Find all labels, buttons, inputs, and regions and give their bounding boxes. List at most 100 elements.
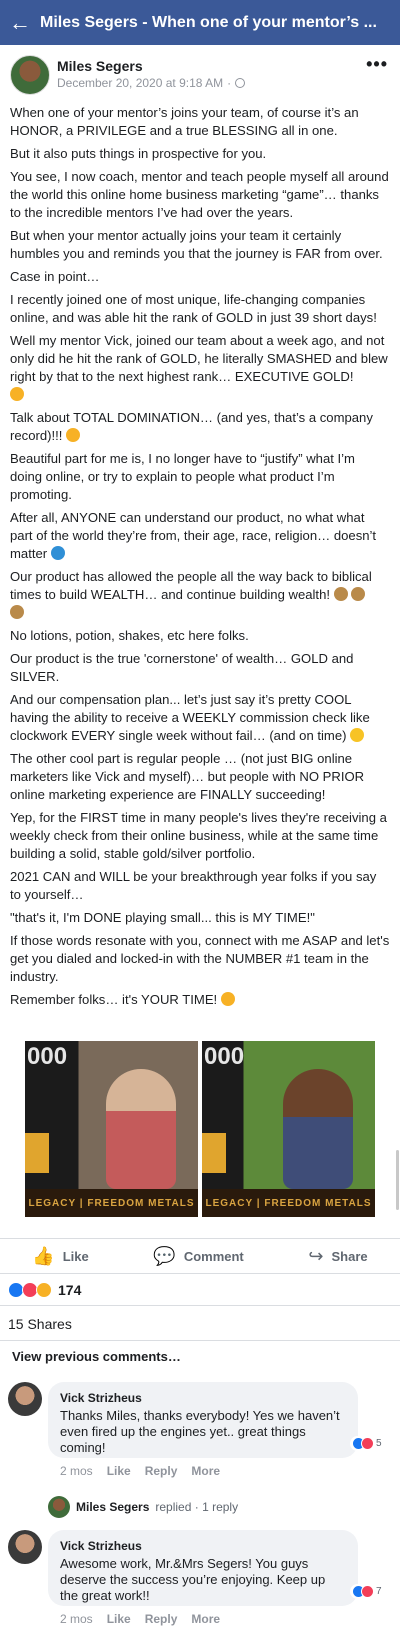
scrollbar[interactable] bbox=[396, 1150, 399, 1210]
astonished-emoji-icon bbox=[10, 387, 24, 401]
divider bbox=[0, 1340, 400, 1341]
post-text: When one of your mentor’s joins your tea… bbox=[10, 104, 390, 1014]
post-photo[interactable]: 000 LEGACY | FREEDOM METALS bbox=[25, 1041, 198, 1217]
reply-summary[interactable]: Miles Segers replied · 1 reply bbox=[48, 1496, 238, 1518]
gold-graphic bbox=[25, 1133, 49, 1173]
post-paragraph: The other cool part is regular people … … bbox=[10, 751, 365, 802]
share-label: Share bbox=[331, 1248, 368, 1264]
comment-actions: 2 mos Like Reply More bbox=[60, 1464, 220, 1478]
post-photo[interactable]: 000 LEGACY | FREEDOM METALS bbox=[202, 1041, 375, 1217]
photo-amount-text: 000 bbox=[27, 1043, 68, 1070]
post-paragraph: 2021 CAN and WILL be your breakthrough y… bbox=[10, 869, 377, 902]
comment-text: Awesome work, Mr.&Mrs Segers! You guys d… bbox=[60, 1556, 326, 1603]
post-paragraph-text: Remember folks… it's YOUR TIME! bbox=[10, 992, 218, 1007]
view-previous-comments-link[interactable]: View previous comments… bbox=[12, 1349, 181, 1364]
comment-like-button[interactable]: Like bbox=[107, 1612, 131, 1626]
gold-graphic bbox=[202, 1133, 226, 1173]
replier-name: Miles Segers bbox=[76, 1500, 150, 1514]
comment-button[interactable]: 💬 Comment bbox=[153, 1246, 243, 1267]
reaction-summary[interactable]: 174 bbox=[8, 1279, 81, 1301]
post-paragraph: If those words resonate with you, connec… bbox=[10, 933, 390, 984]
post-paragraph: I recently joined one of most unique, li… bbox=[10, 292, 377, 325]
post-paragraph: But when your mentor actually joins your… bbox=[10, 228, 383, 261]
person-image bbox=[106, 1069, 176, 1189]
share-button[interactable]: ↪ Share bbox=[308, 1246, 367, 1267]
post-paragraph-text: Well my mentor Vick, joined our team abo… bbox=[10, 333, 388, 384]
post-paragraph: No lotions, potion, shakes, etc here fol… bbox=[10, 628, 249, 643]
love-reaction-icon bbox=[361, 1437, 374, 1450]
post-paragraph: Talk about TOTAL DOMINATION… (and yes, t… bbox=[10, 409, 390, 445]
comment-icon: 💬 bbox=[153, 1245, 176, 1266]
globe-emoji-icon bbox=[50, 546, 65, 560]
replier-avatar bbox=[48, 1496, 70, 1518]
globe-icon bbox=[235, 78, 246, 88]
post-paragraph: And our compensation plan... let’s just … bbox=[10, 691, 390, 745]
comment-time: 2 mos bbox=[60, 1612, 93, 1626]
post-paragraph: Our product has allowed the people all t… bbox=[10, 568, 390, 622]
comment-like-button[interactable]: Like bbox=[107, 1464, 131, 1478]
photo-banner: LEGACY | FREEDOM METALS bbox=[202, 1189, 375, 1217]
post-paragraph: When one of your mentor’s joins your tea… bbox=[10, 105, 359, 138]
post-paragraph: "that's it, I'm DONE playing small... th… bbox=[10, 910, 315, 925]
photo-amount-text: 000 bbox=[204, 1043, 245, 1070]
comment-label: Comment bbox=[183, 1248, 244, 1264]
comment-reply-button[interactable]: Reply bbox=[145, 1464, 178, 1478]
comment-reactions[interactable]: 7 bbox=[350, 1584, 384, 1599]
back-arrow-icon[interactable]: ← bbox=[0, 0, 40, 45]
wow-reaction-icon bbox=[36, 1282, 52, 1298]
share-icon: ↪ bbox=[308, 1245, 324, 1266]
post-paragraph: Well my mentor Vick, joined our team abo… bbox=[10, 332, 390, 404]
post-meta: December 20, 2020 at 9:18 AM · bbox=[57, 76, 246, 90]
top-navigation-bar: ← Miles Segers - When one of your mentor… bbox=[0, 0, 400, 45]
thumbs-up-icon: 👍 bbox=[32, 1245, 55, 1266]
money-bag-emoji-icon bbox=[333, 587, 348, 601]
comment-reply-button[interactable]: Reply bbox=[145, 1612, 178, 1626]
reply-count-text: replied · 1 reply bbox=[155, 1500, 239, 1514]
post-paragraph: But it also puts things in prospective f… bbox=[10, 146, 267, 161]
post-header: Miles Segers December 20, 2020 at 9:18 A… bbox=[0, 50, 400, 100]
post-paragraph-text: After all, ANYONE can understand our pro… bbox=[10, 510, 377, 561]
post-photos: 000 LEGACY | FREEDOM METALS 000 LEGACY |… bbox=[25, 1041, 376, 1217]
person-image bbox=[283, 1069, 353, 1189]
post-paragraph: You see, I now coach, mentor and teach p… bbox=[10, 169, 389, 220]
post-paragraph: After all, ANYONE can understand our pro… bbox=[10, 509, 390, 563]
post-paragraph: Yep, for the FIRST time in many people's… bbox=[10, 810, 387, 861]
more-dots-icon[interactable]: ••• bbox=[366, 54, 388, 75]
commenter-name[interactable]: Vick Strizheus bbox=[60, 1538, 346, 1554]
comment-more-button[interactable]: More bbox=[191, 1612, 220, 1626]
comment-more-button[interactable]: More bbox=[191, 1464, 220, 1478]
post-paragraph-text: Talk about TOTAL DOMINATION… (and yes, t… bbox=[10, 410, 373, 443]
post-paragraph-text: Our product has allowed the people all t… bbox=[10, 569, 372, 602]
commenter-name[interactable]: Vick Strizheus bbox=[60, 1390, 346, 1406]
love-reaction-icon bbox=[361, 1585, 374, 1598]
comment-reactions[interactable]: 5 bbox=[350, 1436, 384, 1451]
post-paragraph: Case in point… bbox=[10, 269, 100, 284]
like-button[interactable]: 👍 Like bbox=[32, 1246, 88, 1267]
post-timestamp[interactable]: December 20, 2020 at 9:18 AM bbox=[57, 76, 223, 90]
page-title: Miles Segers - When one of your mentor’s… bbox=[40, 13, 377, 31]
post-paragraph: Our product is the true 'cornerstone' of… bbox=[10, 651, 354, 684]
comment-bubble: Vick Strizheus Awesome work, Mr.&Mrs Seg… bbox=[48, 1530, 358, 1606]
commenter-avatar[interactable] bbox=[8, 1530, 42, 1564]
comment-reaction-count: 7 bbox=[376, 1586, 382, 1597]
praying-hands-emoji-icon bbox=[220, 992, 235, 1006]
comment-bubble: Vick Strizheus Thanks Miles, thanks ever… bbox=[48, 1382, 358, 1458]
post-paragraph: Beautiful part for me is, I no longer ha… bbox=[10, 451, 355, 502]
comment-text: Thanks Miles, thanks everybody! Yes we h… bbox=[60, 1408, 340, 1455]
comment-actions: 2 mos Like Reply More bbox=[60, 1612, 220, 1626]
shares-count[interactable]: 15 Shares bbox=[8, 1316, 72, 1332]
divider bbox=[0, 1305, 400, 1306]
author-avatar[interactable] bbox=[10, 55, 50, 95]
money-bag-emoji-icon bbox=[10, 605, 24, 619]
post-actions: 👍 Like 💬 Comment ↪ Share bbox=[0, 1238, 400, 1274]
author-name[interactable]: Miles Segers bbox=[57, 58, 143, 74]
photo-banner: LEGACY | FREEDOM METALS bbox=[25, 1189, 198, 1217]
commenter-avatar[interactable] bbox=[8, 1382, 42, 1416]
flexed-biceps-emoji-icon bbox=[66, 428, 81, 442]
post-paragraph: Remember folks… it's YOUR TIME! bbox=[10, 991, 390, 1009]
comment-reaction-count: 5 bbox=[376, 1438, 382, 1449]
post-paragraph-text: And our compensation plan... let’s just … bbox=[10, 692, 370, 743]
separator: · bbox=[227, 76, 232, 90]
money-bag-emoji-icon bbox=[351, 587, 366, 601]
like-label: Like bbox=[62, 1248, 89, 1264]
